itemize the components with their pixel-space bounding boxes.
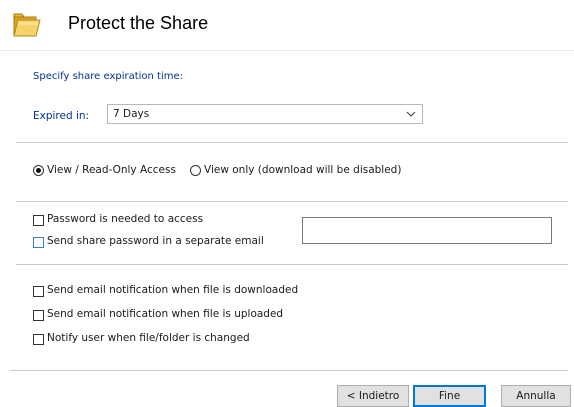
expiration-section-label: Specify share expiration time: — [33, 71, 184, 82]
expired-in-label: Expired in: — [33, 110, 90, 122]
view-only-radio[interactable] — [190, 165, 201, 176]
send-password-checkbox[interactable] — [33, 237, 44, 248]
expiration-select[interactable]: 7 Days — [107, 104, 423, 124]
password-required-label[interactable]: Password is needed to access — [47, 213, 203, 225]
chevron-down-icon — [406, 107, 416, 121]
notify-change-label[interactable]: Notify user when file/folder is changed — [47, 332, 250, 344]
divider — [16, 264, 568, 265]
page-title: Protect the Share — [68, 13, 209, 33]
password-required-checkbox[interactable] — [33, 215, 44, 226]
notify-change-checkbox[interactable] — [33, 334, 44, 345]
divider — [16, 201, 568, 202]
view-readonly-radio[interactable] — [33, 165, 44, 176]
view-only-label[interactable]: View only (download will be disabled) — [204, 164, 401, 176]
password-input[interactable] — [302, 217, 552, 244]
notify-upload-checkbox[interactable] — [33, 310, 44, 321]
send-password-label[interactable]: Send share password in a separate email — [47, 235, 264, 247]
access-options: View / Read-Only Access View only (downl… — [33, 164, 574, 178]
view-readonly-label[interactable]: View / Read-Only Access — [47, 164, 176, 176]
expiration-select-value: 7 Days — [113, 108, 150, 120]
notify-download-label[interactable]: Send email notification when file is dow… — [47, 284, 298, 296]
divider — [10, 370, 568, 371]
divider — [16, 142, 568, 143]
notify-upload-label[interactable]: Send email notification when file is upl… — [47, 308, 283, 320]
header-divider — [0, 50, 574, 51]
notify-download-checkbox[interactable] — [33, 286, 44, 297]
folder-icon — [12, 10, 44, 40]
